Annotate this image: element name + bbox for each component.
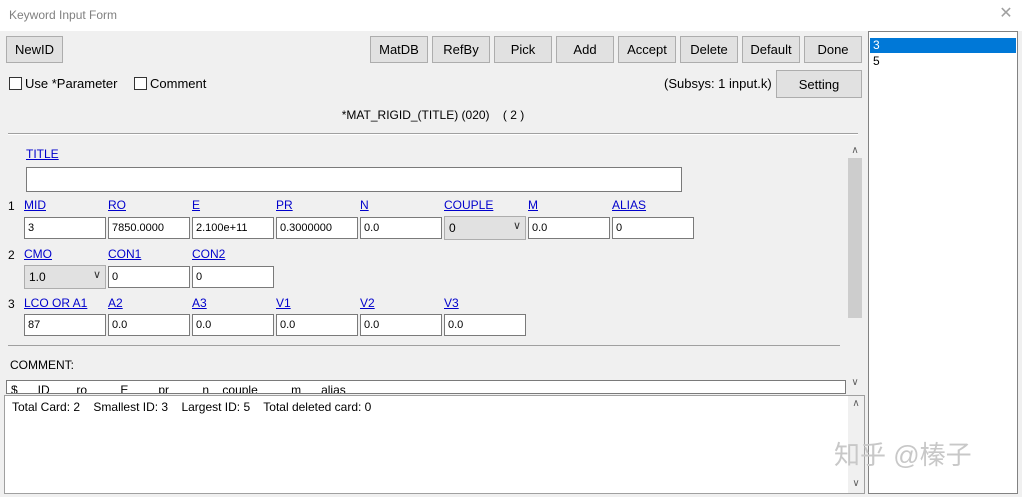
subsys-label: (Subsys: 1 input.k): [664, 76, 772, 91]
total-deleted-text: Total deleted card: 0: [263, 400, 372, 414]
watermark-text: 知乎 @榛子: [834, 440, 972, 470]
lco-input[interactable]: 87: [24, 314, 106, 336]
refby-button[interactable]: RefBy: [432, 36, 490, 63]
v3-input[interactable]: 0.0: [444, 314, 526, 336]
lco-label[interactable]: LCO OR A1: [24, 296, 87, 310]
triangle-down-icon[interactable]: ∨: [849, 478, 863, 489]
a2-label[interactable]: A2: [108, 296, 123, 310]
a3-input[interactable]: 0.0: [192, 314, 274, 336]
couple-select-value: 0: [449, 221, 456, 235]
row-number-3: 3: [8, 297, 15, 311]
chevron-down-icon: ∨: [92, 269, 101, 281]
m-input[interactable]: 0.0: [528, 217, 610, 239]
largest-id-text: Largest ID: 5: [181, 400, 251, 414]
ro-label[interactable]: RO: [108, 198, 126, 212]
couple-label[interactable]: COUPLE: [444, 198, 493, 212]
v2-label[interactable]: V2: [360, 296, 375, 310]
total-card-text: Total Card: 2: [12, 400, 81, 414]
card-count: ( 2 ): [502, 108, 525, 122]
e-label[interactable]: E: [192, 198, 200, 212]
smallest-id-text: Smallest ID: 3: [93, 400, 169, 414]
pr-label[interactable]: PR: [276, 198, 293, 212]
separator: [8, 345, 840, 346]
use-parameter-label: Use *Parameter: [25, 76, 118, 91]
cmo-select[interactable]: 1.0 ∨: [24, 265, 106, 289]
keyword-heading: *MAT_RIGID_(TITLE) (020) ( 2 ): [0, 108, 866, 122]
setting-button[interactable]: Setting: [776, 70, 862, 98]
v3-label[interactable]: V3: [444, 296, 459, 310]
chevron-down-icon: ∨: [512, 220, 521, 232]
title-input[interactable]: [26, 167, 682, 192]
triangle-up-icon[interactable]: ∧: [848, 145, 862, 156]
window-title: Keyword Input Form: [9, 8, 118, 22]
comment-textarea[interactable]: $ ID ro E pr n couple m alias: [6, 380, 846, 394]
cmo-label[interactable]: CMO: [24, 247, 52, 261]
comment-text: $ ID ro E pr n couple m alias: [11, 383, 346, 394]
con2-label[interactable]: CON2: [192, 247, 225, 261]
alias-input[interactable]: 0: [612, 217, 694, 239]
done-button[interactable]: Done: [804, 36, 862, 63]
use-parameter-checkbox[interactable]: [9, 77, 22, 90]
row-number-1: 1: [8, 199, 15, 213]
m-label[interactable]: M: [528, 198, 538, 212]
matdb-button[interactable]: MatDB: [370, 36, 428, 63]
status-summary: Total Card: 2 Smallest ID: 3 Largest ID:…: [12, 400, 371, 414]
triangle-up-icon[interactable]: ∧: [849, 398, 863, 409]
v1-input[interactable]: 0.0: [276, 314, 358, 336]
close-icon[interactable]: ✕: [997, 4, 1015, 24]
n-input[interactable]: 0.0: [360, 217, 442, 239]
a3-label[interactable]: A3: [192, 296, 207, 310]
n-label[interactable]: N: [360, 198, 369, 212]
con1-input[interactable]: 0: [108, 266, 190, 288]
alias-label[interactable]: ALIAS: [612, 198, 646, 212]
id-list-item[interactable]: 3: [870, 38, 1016, 53]
a2-input[interactable]: 0.0: [108, 314, 190, 336]
v1-label[interactable]: V1: [276, 296, 291, 310]
ro-input[interactable]: 7850.0000: [108, 217, 190, 239]
triangle-down-icon[interactable]: ∨: [848, 377, 862, 388]
pr-input[interactable]: 0.3000000: [276, 217, 358, 239]
default-button[interactable]: Default: [742, 36, 800, 63]
accept-button[interactable]: Accept: [618, 36, 676, 63]
title-field-label[interactable]: TITLE: [26, 147, 59, 161]
couple-select[interactable]: 0 ∨: [444, 216, 526, 240]
con2-input[interactable]: 0: [192, 266, 274, 288]
id-listbox[interactable]: 3 5: [868, 31, 1018, 494]
add-button[interactable]: Add: [556, 36, 614, 63]
row-number-2: 2: [8, 248, 15, 262]
cmo-select-value: 1.0: [29, 270, 46, 284]
id-list-item[interactable]: 5: [870, 54, 1016, 69]
comment-label: COMMENT:: [10, 358, 74, 372]
newid-button[interactable]: NewID: [6, 36, 63, 63]
mid-label[interactable]: MID: [24, 198, 46, 212]
separator-highlight: [8, 134, 858, 135]
v2-input[interactable]: 0.0: [360, 314, 442, 336]
con1-label[interactable]: CON1: [108, 247, 141, 261]
comment-option-label: Comment: [150, 76, 207, 91]
pick-button[interactable]: Pick: [494, 36, 552, 63]
title-bar: [0, 0, 1022, 31]
e-input[interactable]: 2.100e+11: [192, 217, 274, 239]
delete-button[interactable]: Delete: [680, 36, 738, 63]
comment-checkbox[interactable]: [134, 77, 147, 90]
keyword-name: *MAT_RIGID_(TITLE) (020): [341, 108, 490, 122]
mid-input[interactable]: 3: [24, 217, 106, 239]
form-scrollbar-thumb[interactable]: [848, 158, 862, 318]
